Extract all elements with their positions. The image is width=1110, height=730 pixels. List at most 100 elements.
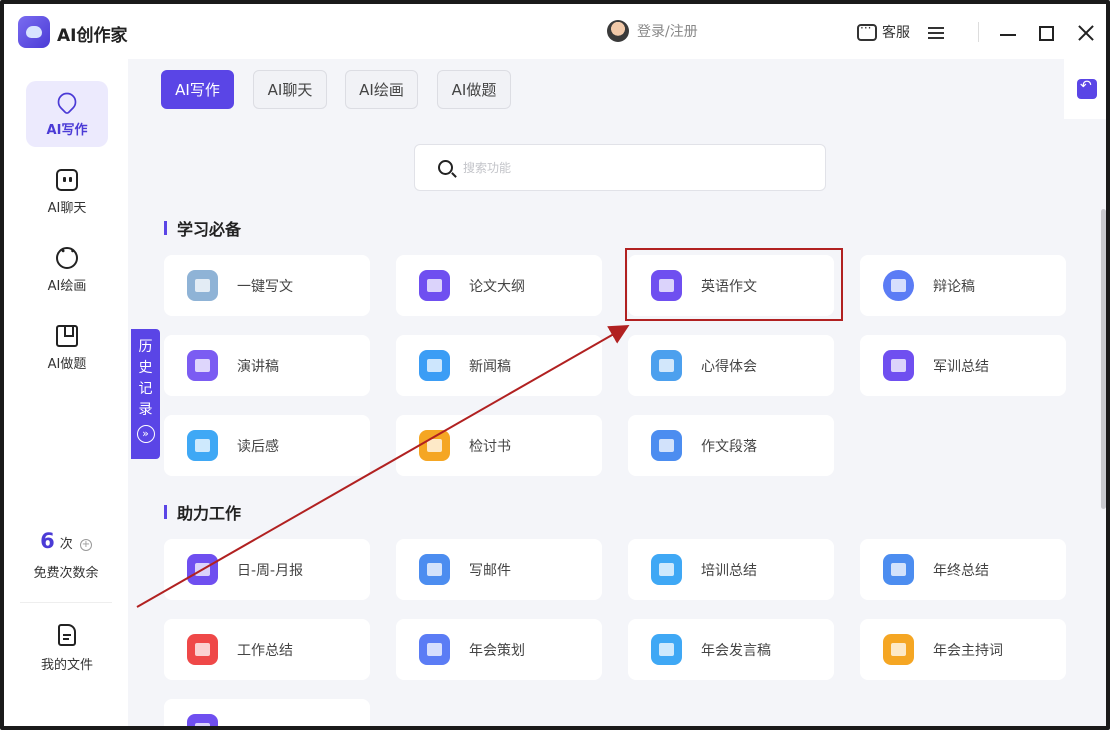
menu-icon[interactable] xyxy=(928,27,944,39)
image-icon xyxy=(187,270,218,301)
card-book-review[interactable]: 读后感 xyxy=(164,415,370,476)
app-logo-icon xyxy=(18,16,50,48)
card-label: 作文段落 xyxy=(701,439,757,455)
history-tab[interactable]: 历史记录 » xyxy=(131,329,160,459)
card-year-end-summary[interactable]: 年终总结 xyxy=(860,539,1066,600)
window-controls-divider xyxy=(978,22,979,42)
free-count-number: 6 xyxy=(40,529,55,553)
my-files-button[interactable]: 我的文件 xyxy=(26,624,108,673)
card-work-summary[interactable]: 工作总结 xyxy=(164,619,370,680)
card-label: 军训总结 xyxy=(933,359,989,375)
app-title: AI创作家 xyxy=(57,26,128,46)
card-write-email[interactable]: 写邮件 xyxy=(396,539,602,600)
section-title-work: 助力工作 xyxy=(164,500,241,524)
sidebar-item-label: AI聊天 xyxy=(47,200,87,216)
card-label: 演讲稿 xyxy=(237,359,279,375)
undo-icon xyxy=(1077,78,1097,99)
sidebar-item-ai-writing[interactable]: AI写作 xyxy=(26,81,108,147)
search-box xyxy=(414,144,826,191)
card-label: 检讨书 xyxy=(469,439,511,455)
card-reflection[interactable]: 心得体会 xyxy=(628,335,834,396)
card-press-release[interactable]: 新闻稿 xyxy=(396,335,602,396)
file-icon xyxy=(58,624,76,646)
add-credits-icon[interactable]: + xyxy=(79,539,92,551)
paragraph-icon xyxy=(651,430,682,461)
speech-document-icon xyxy=(651,634,682,665)
free-count: 6 次 + xyxy=(4,529,128,553)
card-training-summary[interactable]: 培训总结 xyxy=(628,539,834,600)
card-annual-party-host-script[interactable]: 年会主持词 xyxy=(860,619,1066,680)
script-icon xyxy=(883,634,914,665)
pdf-icon xyxy=(187,634,218,665)
card-label: 培训总结 xyxy=(701,563,757,579)
card-label: 年会策划 xyxy=(469,643,525,659)
card-label: 辩论稿 xyxy=(933,279,975,295)
palette-icon xyxy=(56,246,78,269)
tab-ai-writing[interactable]: AI写作 xyxy=(161,70,234,109)
title-bar: AI创作家 登录/注册 客服 xyxy=(4,4,1106,59)
card-periodic-report[interactable]: 日-周-月报 xyxy=(164,539,370,600)
card-label: 年会发言稿 xyxy=(701,643,771,659)
tab-ai-questions[interactable]: AI做题 xyxy=(437,70,511,109)
bar-chart-icon xyxy=(187,350,218,381)
chart-document-icon xyxy=(883,350,914,381)
sidebar-item-ai-drawing[interactable]: AI绘画 xyxy=(26,237,108,303)
news-icon xyxy=(419,350,450,381)
sidebar: AI写作 AI聊天 AI绘画 AI做题 6 次 + 免费次数余 我的文件 xyxy=(4,59,128,726)
card-label: 日-周-月报 xyxy=(237,563,304,579)
section-title-study: 学习必备 xyxy=(164,216,241,240)
text-icon xyxy=(651,350,682,381)
card-speech[interactable]: 演讲稿 xyxy=(164,335,370,396)
document-icon xyxy=(187,714,218,726)
app-window: AI创作家 登录/注册 客服 AI写作 AI聊天 AI绘画 AI xyxy=(0,0,1110,730)
back-button[interactable] xyxy=(1064,59,1106,119)
bar-chart-icon xyxy=(651,554,682,585)
tab-ai-chat[interactable]: AI聊天 xyxy=(253,70,327,109)
card-thesis-outline[interactable]: 论文大纲 xyxy=(396,255,602,316)
chat-icon xyxy=(56,168,78,191)
customer-service-label: 客服 xyxy=(882,25,910,41)
card-label: 新闻稿 xyxy=(469,359,511,375)
card-one-click-writing[interactable]: 一键写文 xyxy=(164,255,370,316)
history-label: 历史记录 xyxy=(138,339,153,418)
close-icon[interactable] xyxy=(1076,23,1096,43)
search-input[interactable] xyxy=(463,157,803,179)
card-label: 心得体会 xyxy=(701,359,757,375)
card-essay-paragraph[interactable]: 作文段落 xyxy=(628,415,834,476)
email-icon xyxy=(419,554,450,585)
sidebar-divider xyxy=(20,602,112,603)
sidebar-item-label: AI做题 xyxy=(47,356,87,372)
document-image-icon xyxy=(419,270,450,301)
login-link[interactable]: 登录/注册 xyxy=(607,20,698,42)
my-files-label: 我的文件 xyxy=(40,658,93,673)
card-partial-hidden[interactable] xyxy=(164,699,370,726)
book-chart-icon xyxy=(187,430,218,461)
scrollbar[interactable] xyxy=(1101,209,1106,509)
double-chevron-right-icon: » xyxy=(136,425,155,443)
search-icon[interactable] xyxy=(438,160,453,175)
card-annual-party-planning[interactable]: 年会策划 xyxy=(396,619,602,680)
card-label: 写邮件 xyxy=(469,563,511,579)
bookmark-icon xyxy=(56,324,78,347)
customer-service-button[interactable]: 客服 xyxy=(857,21,910,42)
card-label: 年会主持词 xyxy=(933,643,1003,659)
card-label: 年终总结 xyxy=(933,563,989,579)
sidebar-item-ai-questions[interactable]: AI做题 xyxy=(26,315,108,381)
sidebar-item-label: AI写作 xyxy=(46,122,88,138)
free-count-unit: 次 xyxy=(59,537,73,552)
sidebar-item-ai-chat[interactable]: AI聊天 xyxy=(26,159,108,225)
card-self-criticism[interactable]: 检讨书 xyxy=(396,415,602,476)
login-label: 登录/注册 xyxy=(637,24,698,40)
card-military-training-summary[interactable]: 军训总结 xyxy=(860,335,1066,396)
minimize-icon[interactable] xyxy=(1000,34,1016,36)
debate-icon xyxy=(883,270,914,301)
card-debate-speech[interactable]: 辩论稿 xyxy=(860,255,1066,316)
card-annual-party-speech[interactable]: 年会发言稿 xyxy=(628,619,834,680)
tab-bar: AI写作 AI聊天 AI绘画 AI做题 xyxy=(128,59,1106,119)
chat-bubble-icon xyxy=(857,21,877,41)
annotation-highlight-box xyxy=(625,248,843,321)
tab-ai-drawing[interactable]: AI绘画 xyxy=(345,70,418,109)
maximize-icon[interactable] xyxy=(1039,26,1054,41)
flag-icon xyxy=(883,554,914,585)
planning-icon xyxy=(419,634,450,665)
